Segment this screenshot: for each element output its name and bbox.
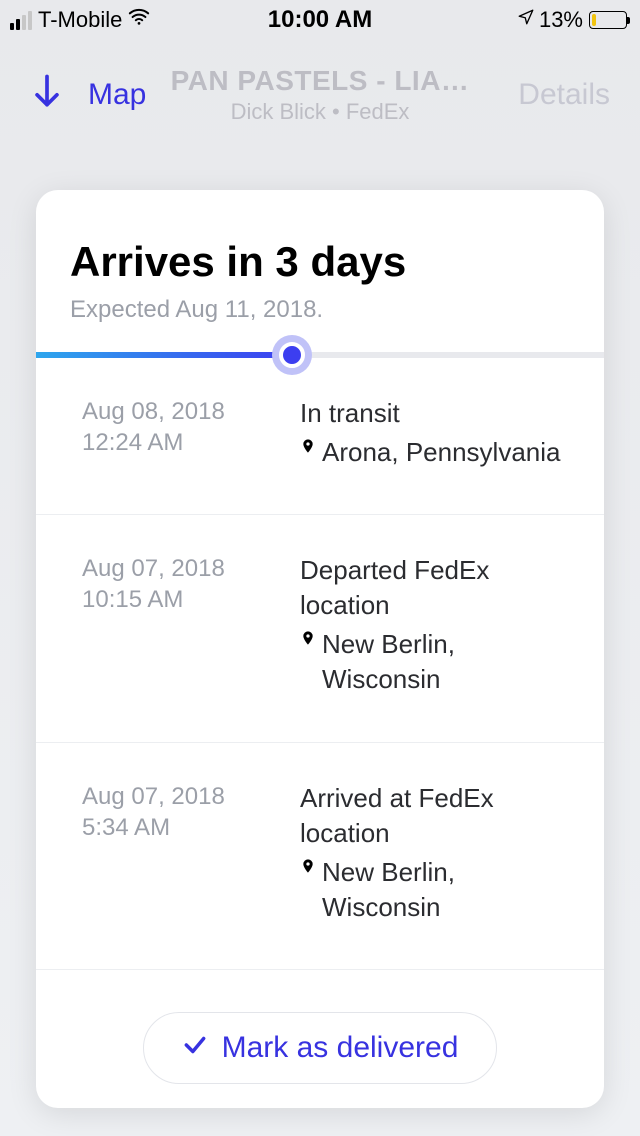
wifi-icon (128, 6, 150, 34)
event-list: Aug 08, 2018 12:24 AM In transit Arona, … (36, 358, 604, 992)
event-time: 12:24 AM (82, 427, 292, 458)
mark-delivered-button[interactable]: Mark as delivered (143, 1012, 498, 1084)
event-status: Arrived at FedEx location (300, 781, 574, 851)
event-location: New Berlin, Wisconsin (322, 855, 574, 925)
down-arrow-icon[interactable] (30, 72, 64, 117)
battery-icon (589, 11, 630, 29)
event-date: Aug 07, 2018 (82, 781, 292, 812)
event-row: Aug 07, 2018 10:15 AM Departed FedEx loc… (36, 515, 604, 742)
event-status: Departed FedEx location (300, 553, 574, 623)
event-location: New Berlin, Wisconsin (322, 627, 574, 697)
details-link[interactable]: Details (518, 78, 610, 112)
status-bar: T-Mobile 10:00 AM 13% (0, 0, 640, 40)
expected-date: Expected Aug 11, 2018. (70, 296, 570, 324)
location-pin-icon (300, 435, 316, 465)
event-status: In transit (300, 396, 574, 431)
event-row: Aug 08, 2018 12:24 AM In transit Arona, … (36, 358, 604, 515)
event-time: 10:15 AM (82, 584, 292, 615)
battery-percent: 13% (539, 7, 583, 33)
event-row: Aug 07, 2018 5:34 AM Arrived at FedEx lo… (36, 743, 604, 970)
event-location: Arona, Pennsylvania (322, 435, 560, 470)
arrival-heading: Arrives in 3 days (70, 238, 570, 286)
progress-knob-icon (272, 335, 312, 375)
event-date: Aug 08, 2018 (82, 396, 292, 427)
page-title: PAN PASTELS - LIA… (171, 65, 470, 97)
signal-icon (10, 11, 32, 30)
mark-delivered-label: Mark as delivered (222, 1031, 459, 1065)
location-icon (517, 8, 535, 32)
tracking-card: Arrives in 3 days Expected Aug 11, 2018.… (36, 190, 604, 1108)
event-date: Aug 07, 2018 (82, 553, 292, 584)
nav-bar: Map PAN PASTELS - LIA… Dick Blick • FedE… (0, 40, 640, 129)
carrier-label: T-Mobile (38, 7, 122, 33)
event-time: 5:34 AM (82, 812, 292, 843)
location-pin-icon (300, 627, 316, 657)
map-link[interactable]: Map (88, 78, 146, 112)
progress-bar (36, 352, 604, 358)
check-icon (182, 1032, 208, 1065)
clock-label: 10:00 AM (268, 6, 372, 34)
location-pin-icon (300, 855, 316, 885)
page-subtitle: Dick Blick • FedEx (171, 99, 470, 125)
